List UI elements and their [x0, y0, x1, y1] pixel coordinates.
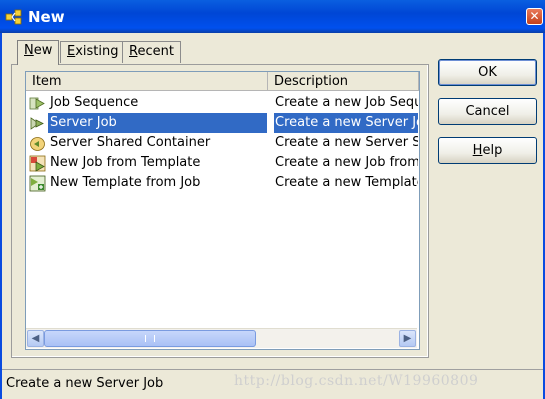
- arrow-right-icon: ▶: [403, 333, 412, 344]
- help-button[interactable]: Help: [438, 137, 537, 164]
- cancel-button[interactable]: Cancel: [438, 98, 537, 125]
- window-frame-left: [0, 33, 2, 399]
- ok-button[interactable]: OK: [438, 59, 537, 86]
- cancel-button-label: Cancel: [465, 104, 510, 119]
- tab-existing[interactable]: Existing: [60, 41, 126, 63]
- list-item-description: Create a new Job Seque: [275, 95, 418, 110]
- list-item-description: Create a new Job from ar: [275, 155, 418, 170]
- list-item-name: New Job from Template: [50, 155, 201, 170]
- list-item-name: Job Sequence: [50, 95, 139, 110]
- close-button[interactable]: ✕: [526, 8, 543, 25]
- list-item-name: New Template from Job: [50, 175, 201, 190]
- list-item[interactable]: Server Shared Container Create a new Ser…: [26, 133, 418, 153]
- list-item-name: Server Shared Container: [50, 135, 211, 150]
- grip-icon: [145, 335, 155, 342]
- status-text: Create a new Server Job: [6, 376, 164, 391]
- column-header-description-label: Description: [274, 74, 349, 89]
- shared-container-icon: [29, 135, 46, 152]
- tab-existing-label: xisting: [75, 44, 119, 59]
- job-sequence-icon: [29, 95, 46, 112]
- tab-new-accelerator: N: [24, 43, 34, 58]
- list-item[interactable]: New Template from Job Create a new Templ…: [26, 173, 418, 193]
- column-header-item-label: Item: [32, 74, 62, 89]
- column-header-description[interactable]: Description: [268, 72, 419, 91]
- column-header-item[interactable]: Item: [26, 72, 268, 91]
- window-title: New: [28, 8, 65, 26]
- list-item[interactable]: New Job from Template Create a new Job f…: [26, 153, 418, 173]
- server-job-icon: [29, 115, 46, 132]
- horizontal-scrollbar[interactable]: ◀ ▶: [26, 328, 417, 348]
- list-item[interactable]: Job Sequence Create a new Job Seque: [26, 93, 418, 113]
- ok-button-label: OK: [478, 65, 497, 80]
- tab-new-label: ew: [33, 43, 53, 58]
- tab-new[interactable]: New: [17, 40, 60, 65]
- close-icon: ✕: [529, 9, 540, 23]
- scroll-right-button[interactable]: ▶: [399, 330, 416, 347]
- tab-recent-label: ecent: [137, 44, 174, 59]
- list-item-description: Create a new Server Sha: [275, 135, 418, 150]
- tab-recent[interactable]: Recent: [122, 41, 181, 63]
- list-item-description: Create a new Server Job: [274, 113, 418, 133]
- watermark-text: http://blog.csdn.net/W19960809: [234, 373, 479, 389]
- item-list[interactable]: Item Description Job Sequence Create a n…: [25, 71, 420, 350]
- arrow-left-icon: ◀: [31, 333, 40, 344]
- title-bar: New ✕: [0, 0, 545, 33]
- template-from-job-icon: [29, 175, 46, 192]
- job-template-icon: [29, 155, 46, 172]
- status-bar: Create a new Server Job http://blog.csdn…: [2, 369, 543, 398]
- list-item-description: Create a new Template f: [275, 175, 418, 190]
- help-button-accelerator: H: [472, 143, 483, 158]
- help-button-label: elp: [482, 143, 503, 158]
- scroll-left-button[interactable]: ◀: [27, 330, 44, 347]
- list-item-name: Server Job: [48, 113, 267, 133]
- tab-existing-accelerator: E: [67, 44, 76, 59]
- list-item-selected[interactable]: Server Job Create a new Server Job: [26, 113, 418, 133]
- scrollbar-thumb[interactable]: [44, 330, 256, 347]
- app-icon: [5, 8, 23, 26]
